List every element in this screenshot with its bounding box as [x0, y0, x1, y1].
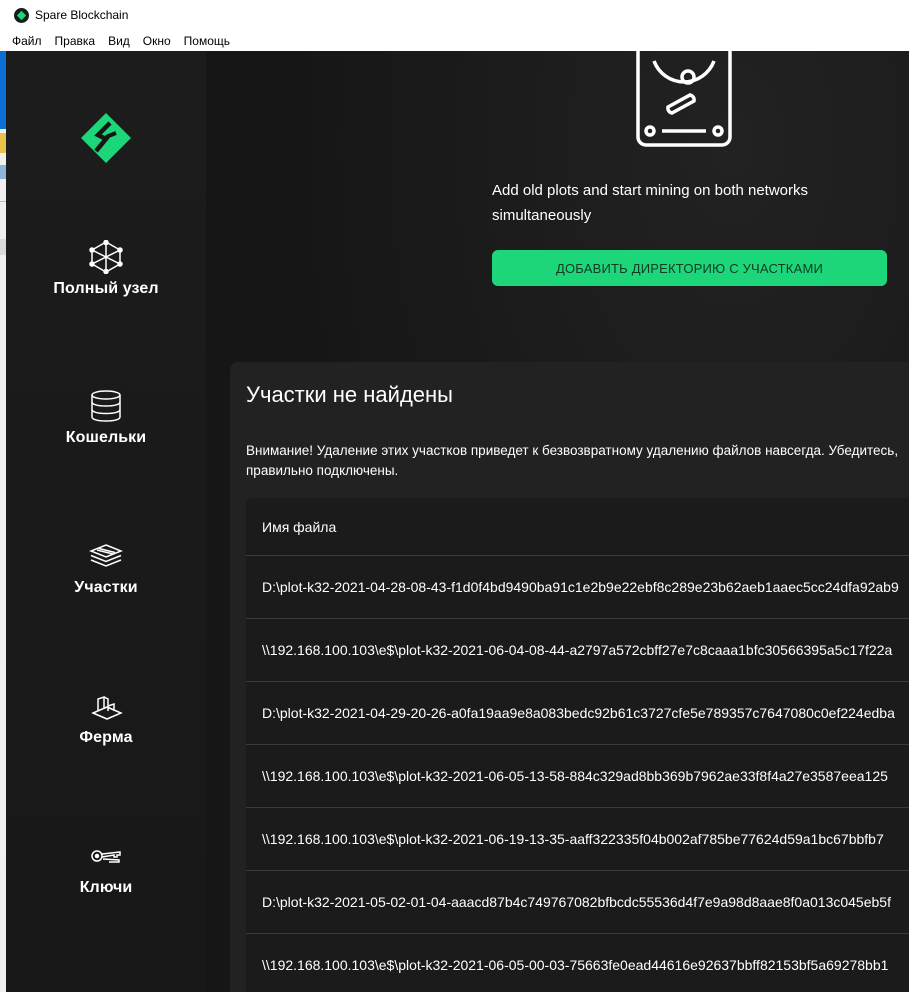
hard-drive-icon	[636, 51, 732, 147]
add-plot-directory-button[interactable]: ДОБАВИТЬ ДИРЕКТОРИЮ С УЧАСТКАМИ	[492, 250, 887, 286]
plots-layers-icon	[89, 544, 123, 567]
plots-table: Имя файла D:\plot-k32-2021-04-28-08-43-f…	[246, 498, 909, 992]
menu-window[interactable]: Окно	[143, 34, 171, 48]
table-row[interactable]: D:\plot-k32-2021-04-28-08-43-f1d0f4bd949…	[246, 556, 909, 619]
table-row[interactable]: \\192.168.100.103\e$\plot-k32-2021-06-04…	[246, 619, 909, 682]
app-content: Полный узел Кошельки Участки Ферма Ключи…	[6, 51, 909, 992]
sidebar-item-label: Ферма	[79, 729, 133, 746]
sidebar-item-label: Участки	[74, 579, 138, 596]
wallet-coins-icon	[91, 390, 121, 422]
table-row[interactable]: \\192.168.100.103\e$\plot-k32-2021-06-19…	[246, 808, 909, 871]
column-header-filename[interactable]: Имя файла	[246, 498, 909, 556]
sidebar-item-keys[interactable]: Ключи	[6, 839, 206, 939]
main-panel: Add old plots and start mining on both n…	[206, 51, 909, 992]
table-row[interactable]: D:\plot-k32-2021-05-02-01-04-aaacd87b4c7…	[246, 871, 909, 934]
warning-line-2: правильно подключены.	[246, 463, 399, 478]
sidebar-item-label: Полный узел	[53, 280, 159, 297]
hero-description: Add old plots and start mining on both n…	[492, 182, 809, 224]
spare-logo-icon	[81, 113, 131, 163]
table-row[interactable]: \\192.168.100.103\e$\plot-k32-2021-06-05…	[246, 934, 909, 992]
app-logo-icon	[14, 7, 29, 23]
plots-card-title: Участки не найдены	[246, 382, 453, 407]
sidebar: Полный узел Кошельки Участки Ферма Ключи	[6, 51, 206, 992]
sidebar-item-label: Ключи	[79, 879, 133, 896]
sidebar-item-full-node[interactable]: Полный узел	[6, 240, 206, 340]
menu-help[interactable]: Помощь	[184, 34, 230, 48]
warning-line-1: Внимание! Удаление этих участков приведе…	[246, 443, 899, 458]
sidebar-item-wallets[interactable]: Кошельки	[6, 389, 206, 489]
menu-view[interactable]: Вид	[108, 34, 130, 48]
network-node-icon	[89, 240, 123, 274]
window-titlebar: Spare Blockchain	[0, 0, 909, 30]
menu-bar: Файл Правка Вид Окно Помощь	[0, 30, 909, 51]
menu-file[interactable]: Файл	[12, 34, 42, 48]
sidebar-item-label: Кошельки	[65, 429, 147, 446]
sidebar-item-farm[interactable]: Ферма	[6, 689, 206, 789]
keys-icon	[91, 850, 121, 863]
menu-edit[interactable]: Правка	[55, 34, 96, 48]
table-row[interactable]: \\192.168.100.103\e$\plot-k32-2021-06-05…	[246, 745, 909, 808]
farm-tractor-icon	[91, 695, 123, 720]
sidebar-item-plots[interactable]: Участки	[6, 539, 206, 639]
delete-warning-text: Внимание! Удаление этих участков приведе…	[246, 441, 909, 481]
table-row[interactable]: D:\plot-k32-2021-04-29-20-26-a0fa19aa9e8…	[246, 682, 909, 745]
plots-card: Участки не найдены Внимание! Удаление эт…	[230, 362, 909, 992]
window-title: Spare Blockchain	[35, 8, 129, 22]
